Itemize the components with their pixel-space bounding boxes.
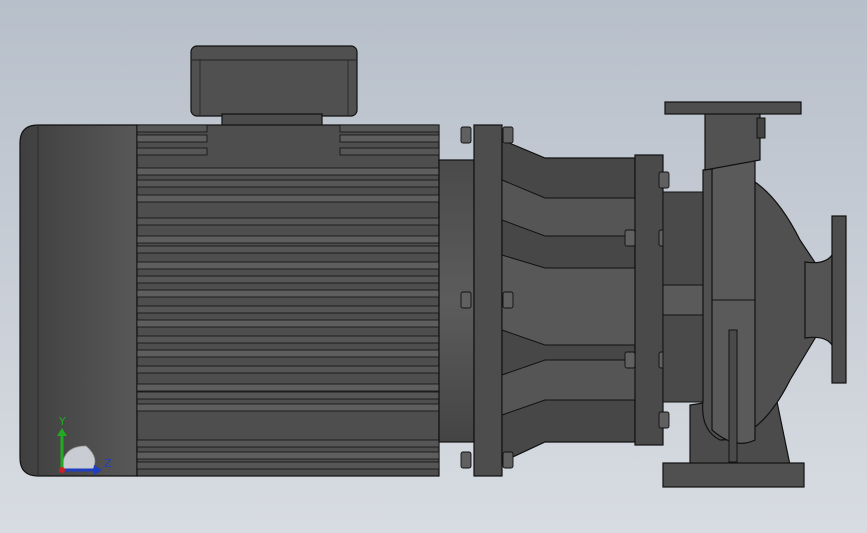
cooling-fin bbox=[136, 217, 440, 226]
graphics-viewport[interactable]: Y Z bbox=[0, 0, 867, 533]
cooling-fin bbox=[136, 275, 440, 284]
bolt bbox=[658, 171, 670, 189]
cooling-fin bbox=[136, 147, 208, 156]
cooling-fin bbox=[339, 147, 440, 156]
cooling-fin bbox=[136, 261, 440, 270]
cooling-fin bbox=[136, 235, 440, 244]
cooling-fin bbox=[136, 167, 440, 176]
model-canvas[interactable]: Y Z bbox=[0, 0, 867, 533]
cooling-fin bbox=[136, 383, 440, 392]
shaft-housing bbox=[662, 191, 704, 403]
cooling-fin bbox=[136, 319, 440, 328]
bolt bbox=[624, 351, 636, 369]
cooling-fin bbox=[136, 403, 440, 412]
cooling-fin bbox=[339, 124, 440, 133]
cooling-fin bbox=[136, 335, 440, 344]
bolt bbox=[460, 126, 472, 144]
cooling-fin bbox=[136, 134, 208, 143]
cooling-fin bbox=[136, 245, 440, 254]
cooling-fin bbox=[136, 179, 440, 188]
cooling-fin bbox=[136, 349, 440, 358]
bolt bbox=[502, 291, 514, 309]
cooling-fin bbox=[136, 439, 440, 448]
cooling-fin bbox=[136, 365, 440, 374]
bolt bbox=[624, 229, 636, 247]
cooling-fin bbox=[339, 134, 440, 143]
cooling-fin bbox=[136, 194, 440, 203]
lantern-bracket[interactable] bbox=[460, 124, 670, 477]
bolt bbox=[460, 291, 472, 309]
bolt bbox=[460, 451, 472, 469]
triad-z-label: Z bbox=[104, 457, 112, 470]
motor-end-cap[interactable] bbox=[19, 124, 138, 477]
bolt bbox=[658, 411, 670, 429]
cooling-fin bbox=[136, 451, 440, 460]
bolt bbox=[502, 126, 514, 144]
motor-body[interactable] bbox=[136, 124, 475, 477]
cooling-fin bbox=[136, 461, 440, 470]
cooling-fin bbox=[136, 305, 440, 314]
bolt bbox=[502, 451, 514, 469]
cooling-fin bbox=[136, 391, 440, 400]
cooling-fin bbox=[136, 289, 440, 298]
triad-y-label: Y bbox=[58, 415, 66, 428]
cooling-fin bbox=[136, 124, 208, 133]
